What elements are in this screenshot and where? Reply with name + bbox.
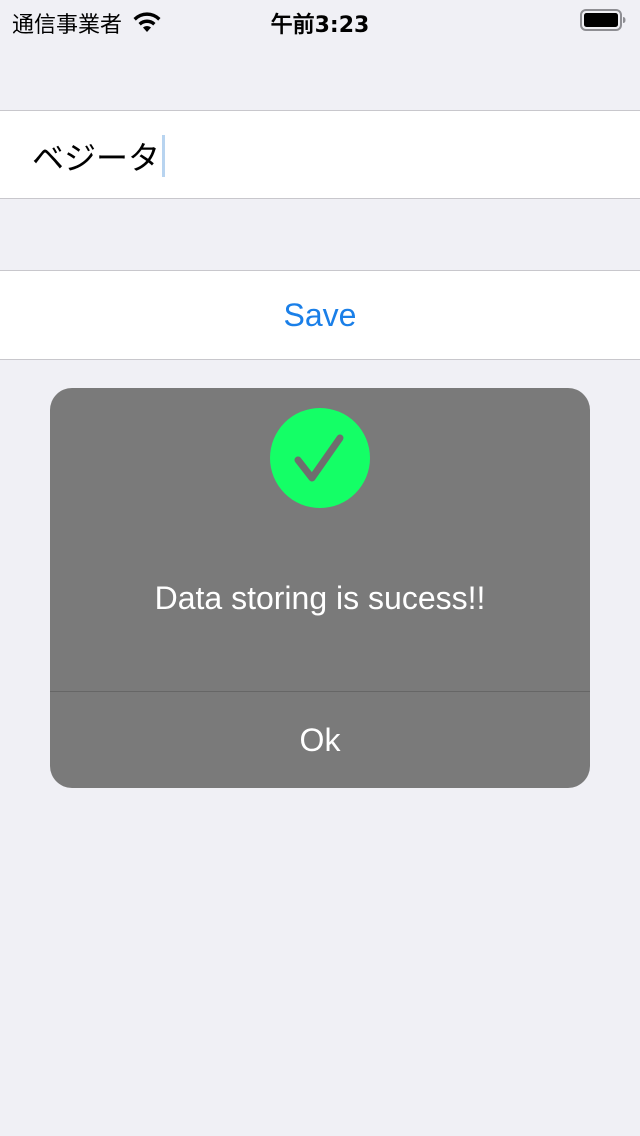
success-alert: Data storing is sucess!! Ok (50, 388, 590, 788)
alert-message: Data storing is sucess!! (154, 580, 486, 616)
text-cursor (162, 135, 166, 177)
success-badge (270, 408, 370, 508)
save-button[interactable]: Save (0, 270, 640, 360)
text-field-value: ベジータ (32, 139, 161, 177)
status-bar: 通信事業者 午前3:23 (0, 0, 640, 40)
ok-button[interactable]: Ok (50, 692, 590, 788)
text-field-content: ベジータ (32, 133, 166, 179)
clock: 午前3:23 (270, 13, 370, 38)
name-text-field[interactable]: ベジータ (0, 110, 640, 199)
ok-button-label: Ok (299, 721, 341, 758)
save-button-label: Save (283, 296, 357, 333)
checkmark-icon (294, 434, 344, 482)
battery-icon (580, 9, 626, 31)
